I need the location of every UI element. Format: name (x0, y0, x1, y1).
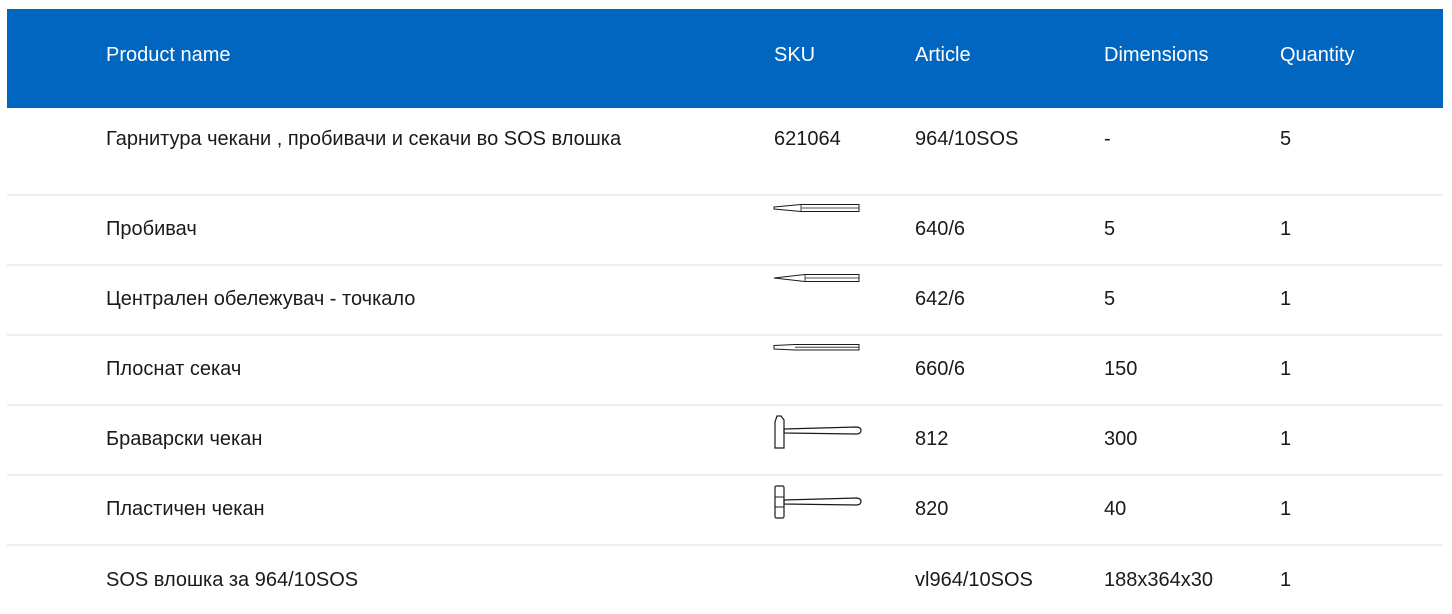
dimensions-cell: - (1104, 128, 1111, 150)
table-row: Пробивач 640/6 5 1 (7, 196, 1443, 266)
dimensions-cell: 40 (1104, 498, 1127, 520)
article-cell: 964/10SOS (915, 128, 1019, 150)
dimensions-cell: 300 (1104, 428, 1138, 450)
center-punch-icon (773, 268, 867, 291)
header-article[interactable]: Article (915, 43, 971, 67)
table-row: Плоснат секач 660/6 150 1 (7, 336, 1443, 406)
table-row: Гарнитура чекани , пробивачи и секачи во… (7, 108, 1443, 196)
quantity-cell: 1 (1280, 498, 1292, 520)
quantity-cell: 5 (1280, 128, 1292, 150)
quantity-cell: 1 (1280, 428, 1292, 450)
quantity-cell: 1 (1280, 288, 1292, 310)
punch-icon (773, 198, 867, 221)
table-row: Централен обележувач - точкало 642/6 5 1 (7, 266, 1443, 336)
article-cell: 812 (915, 428, 949, 450)
quantity-cell: 1 (1280, 569, 1292, 591)
product-name-cell: SOS влошка за 964/10SOS (106, 569, 359, 591)
header-sku[interactable]: SKU (774, 43, 815, 67)
dimensions-cell: 150 (1104, 358, 1138, 380)
article-cell: 642/6 (915, 288, 966, 310)
quantity-cell: 1 (1280, 358, 1292, 380)
product-name-cell: Браварски чекан (106, 428, 263, 450)
product-name-cell: Централен обележувач - точкало (106, 288, 416, 310)
header-dimensions[interactable]: Dimensions (1104, 43, 1208, 67)
article-cell: 660/6 (915, 358, 966, 380)
article-cell: 640/6 (915, 218, 966, 240)
article-cell: 820 (915, 498, 949, 520)
product-name-cell: Пластичен чекан (106, 498, 265, 520)
plastic-hammer-icon (773, 484, 867, 526)
dimensions-cell: 5 (1104, 218, 1116, 240)
header-product-name[interactable]: Product name (106, 43, 231, 67)
flat-chisel-icon (773, 338, 867, 361)
table-row: Пластичен чекан 820 40 1 (7, 476, 1443, 546)
table-header: Product name SKU Article Dimensions Quan… (7, 9, 1443, 108)
dimensions-cell: 5 (1104, 288, 1116, 310)
product-name-cell: Гарнитура чекани , пробивачи и секачи во… (106, 128, 622, 150)
product-name-cell: Плоснат секач (106, 358, 242, 380)
table-row: SOS влошка за 964/10SOS vl964/10SOS 188x… (7, 546, 1443, 606)
header-quantity[interactable]: Quantity (1280, 43, 1354, 67)
sku-cell: 621064 (774, 128, 841, 150)
dimensions-cell: 188x364x30 (1104, 569, 1213, 591)
article-cell: vl964/10SOS (915, 569, 1033, 591)
quantity-cell: 1 (1280, 218, 1292, 240)
table-row: Браварски чекан 812 300 1 (7, 406, 1443, 476)
product-table: Product name SKU Article Dimensions Quan… (7, 9, 1443, 606)
locksmith-hammer-icon (773, 414, 867, 456)
product-name-cell: Пробивач (106, 218, 197, 240)
